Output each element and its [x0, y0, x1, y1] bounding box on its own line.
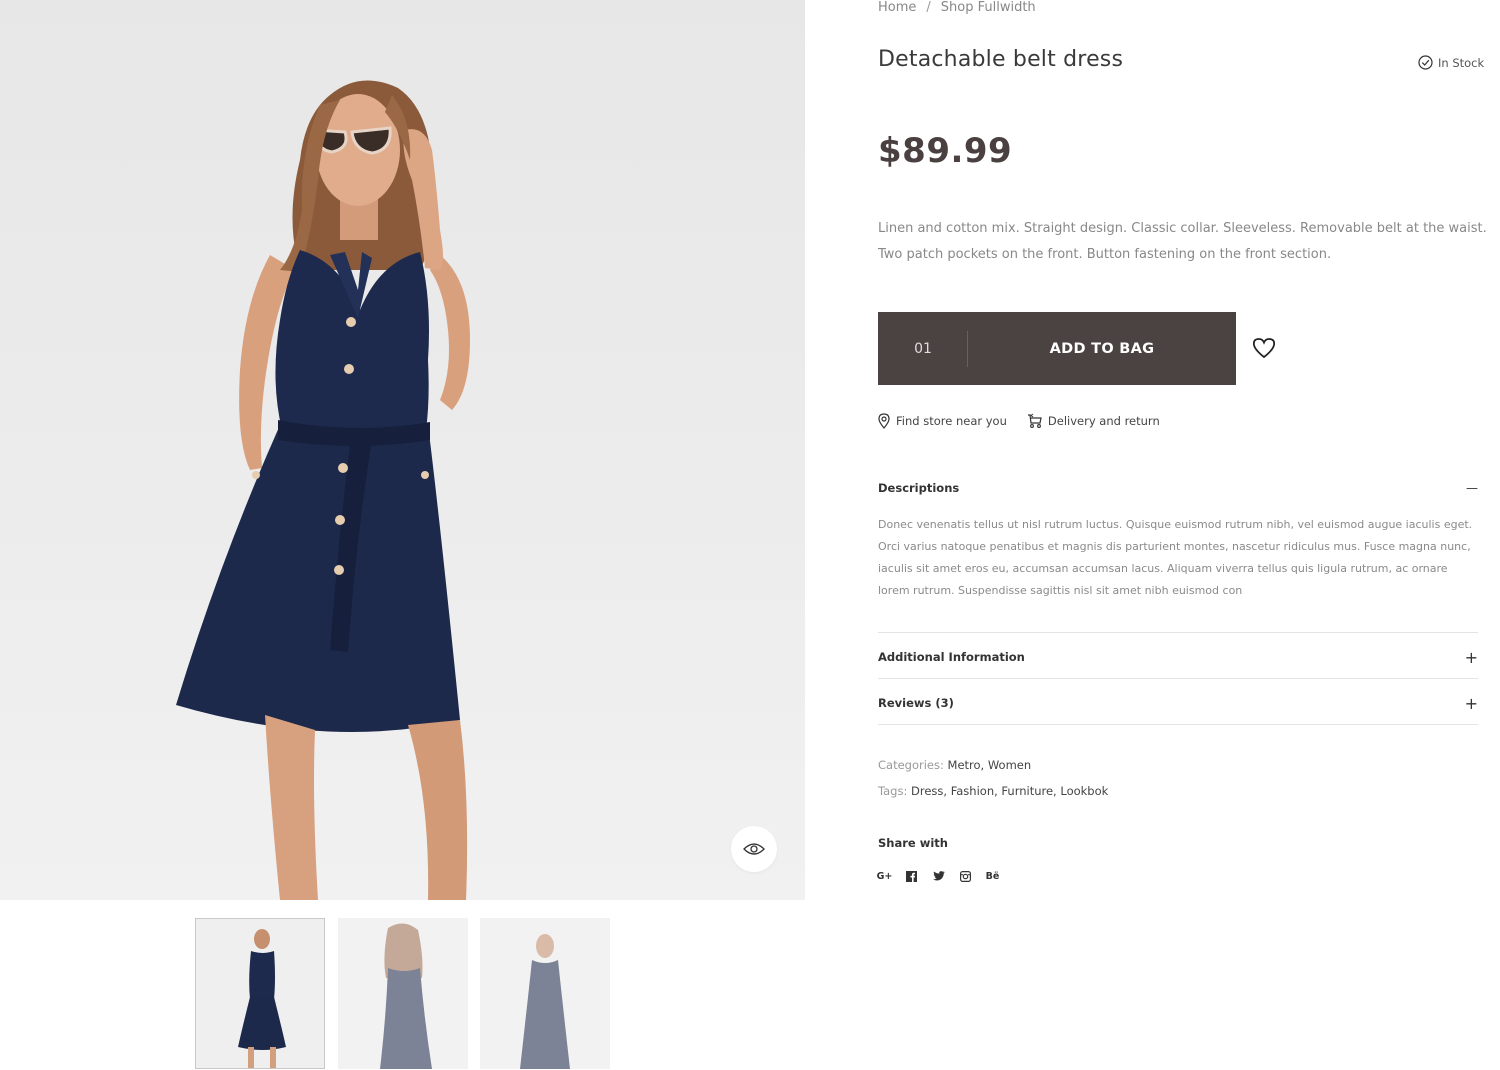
- instagram-glyph: [960, 870, 971, 882]
- add-to-cart-bar: 01 ADD TO BAG: [878, 312, 1236, 385]
- breadcrumb-separator: /: [926, 0, 931, 15]
- product-categories: Categories: Metro, Women: [878, 758, 1031, 772]
- product-title: Detachable belt dress: [878, 47, 1124, 72]
- quantity-input[interactable]: 01: [878, 312, 968, 385]
- map-pin-icon: [878, 413, 890, 429]
- accordion-additional-title: Additional Information: [878, 650, 1025, 664]
- categories-values[interactable]: Metro, Women: [948, 758, 1032, 772]
- check-circle-icon: [1418, 55, 1433, 70]
- twitter-glyph: [932, 871, 945, 881]
- shop-links: Find store near you Delivery and return: [878, 413, 1160, 429]
- divider: [878, 724, 1478, 725]
- accordion-descriptions-title: Descriptions: [878, 481, 960, 495]
- main-product-image[interactable]: [0, 0, 805, 900]
- model-photo: [176, 80, 470, 900]
- behance-icon[interactable]: Bë: [986, 868, 1000, 884]
- thumbnail-front-casual-image: [480, 918, 610, 1069]
- tags-label: Tags:: [878, 784, 908, 798]
- add-to-bag-button[interactable]: ADD TO BAG: [968, 312, 1236, 385]
- breadcrumb: Home / Shop Fullwidth: [878, 0, 1036, 15]
- expand-icon[interactable]: +: [1465, 648, 1478, 667]
- expand-icon[interactable]: +: [1465, 694, 1478, 713]
- divider: [878, 678, 1478, 679]
- product-tags: Tags: Dress, Fashion, Furniture, Lookbok: [878, 784, 1108, 798]
- accordion-reviews-title: Reviews (3): [878, 696, 954, 710]
- eye-icon: [743, 843, 765, 855]
- breadcrumb-current[interactable]: Shop Fullwidth: [941, 0, 1036, 15]
- instagram-icon[interactable]: [959, 868, 972, 884]
- thumbnail-back-image: [338, 918, 468, 1069]
- accordion-descriptions[interactable]: Descriptions —: [878, 481, 1478, 495]
- breadcrumb-home[interactable]: Home: [878, 0, 916, 15]
- product-summary: Linen and cotton mix. Straight design. C…: [878, 221, 1487, 262]
- wishlist-button[interactable]: [1252, 337, 1278, 361]
- delivery-return-link[interactable]: Delivery and return: [1027, 413, 1160, 429]
- facebook-icon[interactable]: [905, 868, 918, 884]
- thumbnail-front-image: [196, 919, 324, 1068]
- thumbnail-back[interactable]: [338, 918, 468, 1069]
- zoom-button[interactable]: [731, 826, 777, 872]
- thumbnail-front[interactable]: [195, 918, 325, 1069]
- heart-icon: [1252, 338, 1276, 359]
- divider: [878, 632, 1478, 633]
- collapse-icon[interactable]: —: [1466, 481, 1478, 495]
- product-gallery: [0, 0, 805, 1070]
- product-price: $89.99: [878, 131, 1013, 171]
- find-store-label: Find store near you: [896, 414, 1007, 428]
- cart-return-icon: [1027, 413, 1042, 428]
- accordion-reviews[interactable]: Reviews (3) +: [878, 694, 1478, 713]
- tags-values[interactable]: Dress, Fashion, Furniture, Lookbok: [911, 784, 1108, 798]
- thumbnail-front-casual[interactable]: [480, 918, 610, 1069]
- categories-label: Categories:: [878, 758, 944, 772]
- delivery-return-label: Delivery and return: [1047, 414, 1160, 428]
- twitter-icon[interactable]: [932, 868, 945, 884]
- facebook-glyph: [906, 870, 917, 882]
- find-store-link[interactable]: Find store near you: [878, 413, 1007, 429]
- stock-label: In Stock: [1438, 55, 1485, 70]
- accordion-additional-information[interactable]: Additional Information +: [878, 648, 1478, 667]
- stock-status: In Stock: [1418, 55, 1484, 70]
- share-title: Share with: [878, 836, 948, 850]
- descriptions-body: Donec venenatis tellus ut nisl rutrum lu…: [878, 518, 1473, 597]
- social-share-icons: G+ Bë: [877, 868, 1000, 884]
- google-plus-icon[interactable]: G+: [877, 868, 893, 884]
